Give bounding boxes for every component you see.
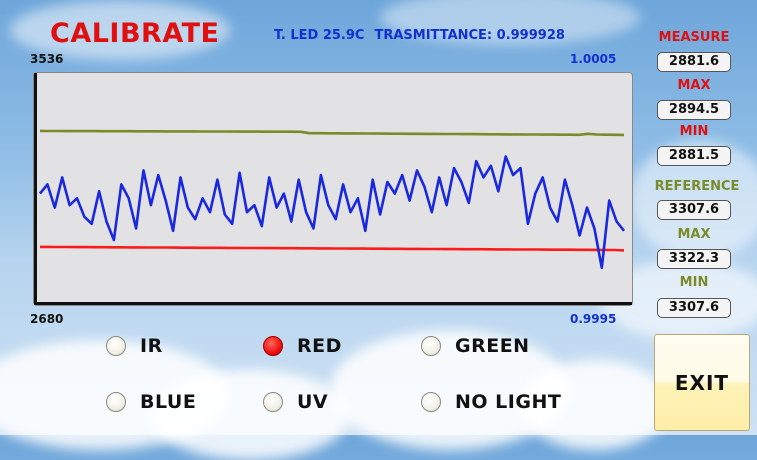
measure-max-label: MAX [677,78,711,93]
measure-max-value: 2894.5 [657,100,731,120]
page-title: CALIBRATE [50,18,220,49]
reference-max-value: 3322.3 [657,249,731,269]
chart-plot [38,129,626,270]
radio-uv-indicator[interactable] [263,392,283,412]
radio-ir-indicator[interactable] [106,336,126,356]
calibration-chart [33,72,633,306]
exit-button[interactable]: EXIT [654,334,750,431]
radio-green[interactable]: GREEN [421,335,530,357]
reference-min-value: 3307.6 [657,298,731,318]
chart-y-axis [34,73,37,305]
right-axis-min: 0.9995 [570,312,617,326]
radio-no-light-indicator[interactable] [421,392,441,412]
radio-uv[interactable]: UV [263,391,328,413]
measure-min-value: 2881.5 [657,146,731,166]
exit-label: EXIT [674,370,730,395]
reference-max-label: MAX [677,227,711,242]
transmittance-readout: TRASMITTANCE: 0.999928 [374,28,565,43]
radio-no-light-label: NO LIGHT [455,391,562,413]
measure-min-label: MIN [679,124,709,139]
left-axis-max: 3536 [30,52,64,66]
transmittance-series-line [38,155,626,270]
radio-blue-label: BLUE [140,391,197,413]
radio-no-light[interactable]: NO LIGHT [421,391,561,413]
radio-blue[interactable]: BLUE [106,391,196,413]
reference-min-label: MIN [679,275,709,290]
measure-series-line [40,245,625,252]
radio-blue-indicator[interactable] [106,392,126,412]
radio-red[interactable]: RED [263,335,342,357]
radio-ir[interactable]: IR [106,335,163,357]
radio-green-label: GREEN [455,335,530,357]
measure-label: MEASURE [658,30,730,45]
led-temperature: T. LED 25.9C [274,28,365,43]
right-axis-max: 1.0005 [570,52,617,66]
left-axis-min: 2680 [30,312,64,326]
radio-ir-label: IR [140,335,163,357]
radio-uv-label: UV [297,391,329,413]
radio-red-label: RED [297,335,342,357]
measure-value: 2881.6 [657,52,731,72]
reference-series-line [39,129,625,137]
reference-label: REFERENCE [654,179,740,194]
radio-green-indicator[interactable] [421,336,441,356]
reference-value: 3307.6 [657,200,731,220]
header-info: T. LED 25.9C TRASMITTANCE: 0.999928 [274,28,565,43]
chart-x-axis [34,302,632,305]
radio-red-indicator[interactable] [263,336,283,356]
